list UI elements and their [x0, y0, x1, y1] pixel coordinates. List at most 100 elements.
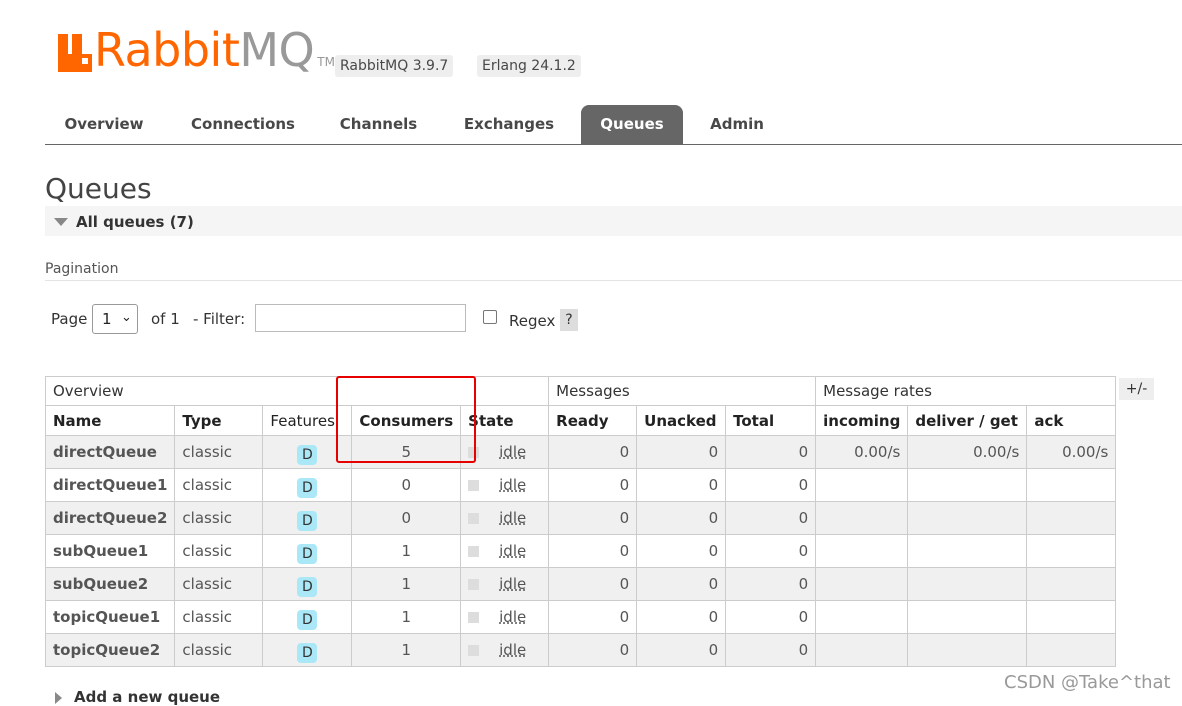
features-cell: D	[262, 501, 353, 535]
queue-type: classic	[174, 435, 264, 469]
deliver-get-rate	[907, 633, 1028, 667]
durable-badge: D	[297, 478, 318, 498]
pagination-divider	[45, 280, 1182, 281]
column-header-deliver-get[interactable]: deliver / get	[907, 405, 1028, 436]
filter-label: - Filter:	[193, 310, 246, 328]
column-header-incoming[interactable]: incoming	[815, 405, 909, 436]
main-nav: Overview Connections Channels Exchanges …	[45, 105, 1182, 145]
total-count: 0	[725, 567, 817, 601]
table-row: topicQueue1 classic D 1 idle 0 0 0	[44, 600, 1117, 634]
state-label: idle	[499, 443, 527, 461]
ready-count: 0	[548, 600, 638, 634]
rabbitmq-logo[interactable]: RabbitMQ TM	[58, 23, 335, 77]
queue-type: classic	[174, 567, 264, 601]
logo-wordmark: RabbitMQ	[94, 23, 315, 77]
state-cell: idle	[460, 501, 550, 535]
all-queues-label: All queues (7)	[76, 213, 194, 231]
column-header-name[interactable]: Name	[44, 405, 176, 436]
column-header-unacked[interactable]: Unacked	[636, 405, 727, 436]
state-indicator-icon	[468, 513, 480, 524]
tab-overview[interactable]: Overview	[45, 105, 163, 144]
ready-count: 0	[548, 435, 638, 469]
queue-name-link[interactable]: directQueue1	[44, 468, 176, 502]
consumers-count: 0	[351, 468, 462, 502]
queue-type: classic	[174, 501, 264, 535]
ready-count: 0	[548, 633, 638, 667]
group-header-messages: Messages	[548, 376, 817, 406]
tab-connections[interactable]: Connections	[175, 105, 311, 144]
durable-badge: D	[297, 511, 318, 531]
unacked-count: 0	[636, 534, 727, 568]
total-count: 0	[725, 600, 817, 634]
total-count: 0	[725, 468, 817, 502]
ready-count: 0	[548, 501, 638, 535]
state-indicator-icon	[468, 579, 480, 590]
features-cell: D	[262, 534, 353, 568]
expand-triangle-icon	[55, 691, 62, 704]
queues-table: Overview Messages Message rates Name Typ…	[44, 376, 1117, 667]
queue-name-link[interactable]: topicQueue2	[44, 633, 176, 667]
column-header-ack[interactable]: ack	[1026, 405, 1117, 436]
queue-name-link[interactable]: topicQueue1	[44, 600, 176, 634]
page-title: Queues	[45, 172, 152, 205]
table-row: directQueue classic D 5 idle 0 0 0 0.00/…	[44, 435, 1117, 469]
page-select-value: 1	[102, 310, 112, 328]
queue-type: classic	[174, 633, 264, 667]
deliver-get-rate: 0.00/s	[907, 435, 1028, 469]
tab-admin[interactable]: Admin	[696, 105, 778, 144]
column-header-consumers[interactable]: Consumers	[351, 405, 462, 436]
rabbit-logo-icon	[58, 32, 92, 72]
total-count: 0	[725, 435, 817, 469]
features-cell: D	[262, 468, 353, 502]
queue-name-link[interactable]: subQueue1	[44, 534, 176, 568]
incoming-rate	[815, 600, 909, 634]
column-header-features: Features	[262, 405, 353, 436]
all-queues-section-toggle[interactable]: All queues (7)	[45, 206, 1182, 236]
filter-input[interactable]	[255, 304, 466, 332]
queue-name-link[interactable]: subQueue2	[44, 567, 176, 601]
column-header-state[interactable]: State	[460, 405, 550, 436]
regex-help-button[interactable]: ?	[560, 309, 578, 331]
queue-type: classic	[174, 534, 264, 568]
table-row: directQueue2 classic D 0 idle 0 0 0	[44, 501, 1117, 535]
features-cell: D	[262, 435, 353, 469]
erlang-version-badge: Erlang 24.1.2	[477, 55, 581, 77]
state-label: idle	[499, 509, 527, 527]
deliver-get-rate	[907, 501, 1028, 535]
deliver-get-rate	[907, 600, 1028, 634]
add-queue-section-toggle[interactable]: Add a new queue	[55, 688, 220, 706]
chevron-down-icon: ⌄	[121, 310, 132, 325]
incoming-rate: 0.00/s	[815, 435, 909, 469]
tab-queues[interactable]: Queues	[581, 105, 683, 144]
column-header-type[interactable]: Type	[174, 405, 264, 436]
regex-checkbox[interactable]	[483, 310, 497, 324]
table-row: topicQueue2 classic D 1 idle 0 0 0	[44, 633, 1117, 667]
total-count: 0	[725, 633, 817, 667]
state-cell: idle	[460, 567, 550, 601]
unacked-count: 0	[636, 600, 727, 634]
tab-exchanges[interactable]: Exchanges	[446, 105, 572, 144]
queue-name-link[interactable]: directQueue	[44, 435, 176, 469]
column-header-total[interactable]: Total	[725, 405, 817, 436]
column-header-ready[interactable]: Ready	[548, 405, 638, 436]
deliver-get-rate	[907, 567, 1028, 601]
page-select[interactable]: 1 ⌄	[92, 304, 138, 334]
toggle-columns-button[interactable]: +/-	[1119, 378, 1154, 400]
consumers-count: 5	[351, 435, 462, 469]
state-cell: idle	[460, 633, 550, 667]
queue-name-link[interactable]: directQueue2	[44, 501, 176, 535]
ready-count: 0	[548, 534, 638, 568]
state-indicator-icon	[468, 612, 480, 623]
group-header-message-rates: Message rates	[815, 376, 1117, 406]
unacked-count: 0	[636, 567, 727, 601]
features-cell: D	[262, 567, 353, 601]
ack-rate	[1026, 534, 1117, 568]
total-count: 0	[725, 534, 817, 568]
page-label: Page	[51, 310, 88, 328]
tab-channels[interactable]: Channels	[324, 105, 433, 144]
total-count: 0	[725, 501, 817, 535]
consumers-count: 1	[351, 600, 462, 634]
durable-badge: D	[297, 610, 318, 630]
unacked-count: 0	[636, 501, 727, 535]
unacked-count: 0	[636, 633, 727, 667]
